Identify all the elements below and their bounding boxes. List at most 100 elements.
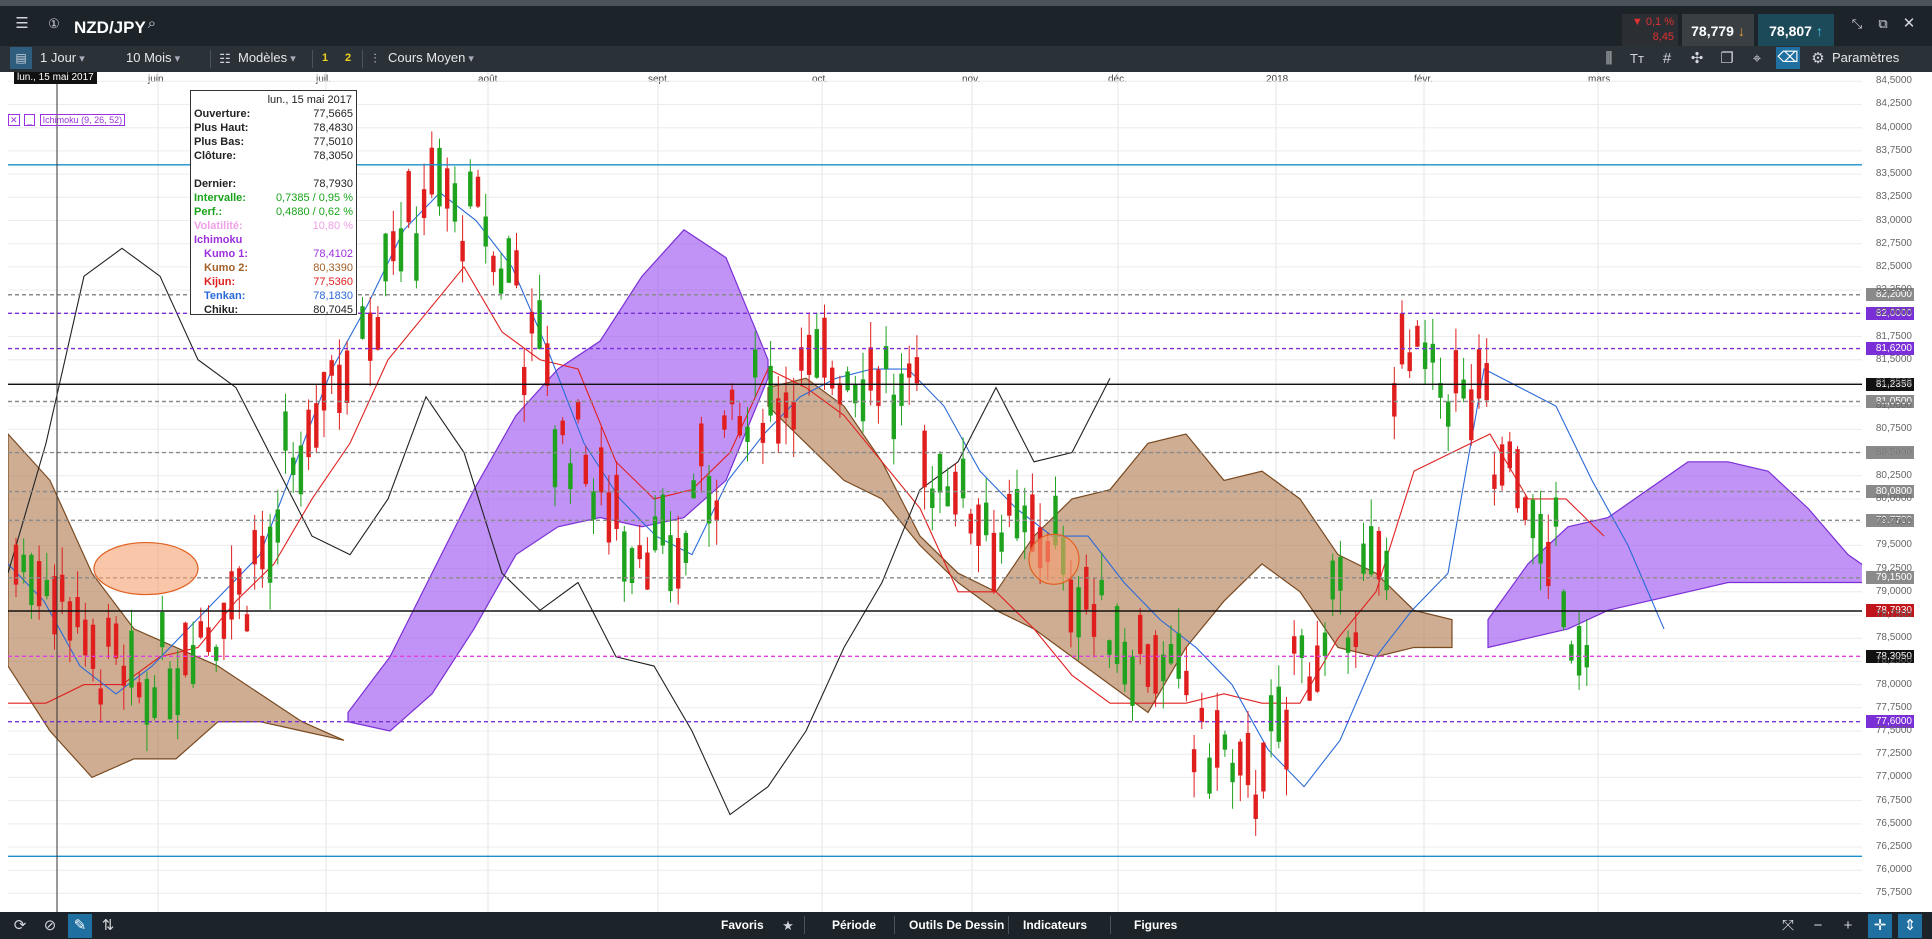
preset-1-button[interactable]: 1	[322, 46, 328, 70]
candle-body	[375, 317, 381, 350]
candle-body	[799, 347, 804, 371]
symbol-name[interactable]: NZD/JPY	[74, 18, 146, 38]
candle-body	[1091, 603, 1097, 637]
candle-body	[267, 526, 273, 583]
favorites-button[interactable]: Favoris	[721, 912, 764, 939]
candle-body	[1022, 505, 1027, 533]
y-tick-label: 81,0000	[1875, 400, 1912, 412]
candle-body	[129, 630, 134, 688]
price-change: ▼ 0,1 % 8,45	[1622, 14, 1678, 48]
templates-dropdown[interactable]: Modèles	[238, 46, 296, 71]
candle-body	[1315, 645, 1320, 692]
drawing-tools-button[interactable]: Outils De Dessin	[909, 912, 1004, 939]
search-icon[interactable]: ⌕	[142, 12, 162, 36]
crosshair-tool-icon[interactable]: ✛	[1868, 914, 1892, 938]
candle-body	[1430, 343, 1435, 363]
gear-icon[interactable]: ⚙	[1808, 47, 1828, 71]
interval-dropdown[interactable]: 1 Jour	[40, 46, 118, 71]
candle-body	[552, 429, 558, 488]
chart-list-icon[interactable]: ▤	[10, 47, 32, 69]
pin-icon[interactable]: ⌖	[1746, 47, 1768, 71]
x-tick-label: juin	[147, 74, 164, 85]
candle-body	[321, 372, 327, 411]
candle-body	[622, 531, 627, 582]
preset-2-button[interactable]: 2	[345, 46, 351, 70]
indicators-button[interactable]: Indicateurs	[1023, 912, 1087, 939]
candle-body	[683, 532, 689, 563]
range-dropdown[interactable]: 10 Mois	[126, 46, 206, 71]
zoom-out-icon[interactable]: −	[1808, 914, 1828, 938]
candle-body	[1284, 709, 1289, 770]
tooltip-value: 10,80 %	[312, 220, 353, 232]
candle-body	[75, 596, 80, 628]
candle-body	[175, 668, 180, 716]
candle-body	[860, 379, 866, 422]
candle-body	[1330, 560, 1335, 600]
tooltip-label: Ichimoku	[194, 234, 243, 246]
crosshair-icon[interactable]: ✣	[1686, 47, 1708, 71]
text-size-icon[interactable]: Tт	[1626, 47, 1648, 71]
expand-icon[interactable]: ⤧	[1778, 914, 1798, 938]
candle-body	[198, 621, 203, 638]
scale-icon[interactable]: ⫼	[1598, 47, 1620, 71]
candle-body	[968, 513, 973, 534]
candle-body	[1207, 757, 1212, 794]
candle-body	[760, 422, 766, 443]
pop-out-icon[interactable]: ⧉	[1872, 12, 1894, 36]
divider	[1110, 916, 1111, 934]
candle-body	[283, 411, 288, 451]
close-icon[interactable]: ✕	[1898, 12, 1920, 36]
grid-icon[interactable]: #	[1656, 47, 1678, 71]
ask-price-button[interactable]: 78,807 ↑	[1758, 14, 1834, 48]
candle-body	[414, 233, 419, 281]
candle-body	[1238, 741, 1243, 776]
tooltip-value: 77,5665	[313, 108, 353, 120]
fit-icon[interactable]: ⇕	[1898, 914, 1922, 938]
no-draw-icon[interactable]: ⊘	[40, 914, 60, 938]
y-tick-label: 82,5000	[1875, 260, 1912, 272]
remove-indicator-icon[interactable]: ✕	[8, 114, 20, 126]
candle-body	[745, 426, 750, 443]
candle-body	[783, 392, 789, 418]
candle-body	[1122, 641, 1127, 685]
price-type-dropdown[interactable]: Cours Moyen	[388, 46, 474, 71]
refresh-icon[interactable]: ⟳	[10, 914, 30, 938]
pencil-icon[interactable]: ✎	[68, 914, 92, 938]
candle-body	[1376, 530, 1382, 580]
collapse-icon[interactable]: ⤡	[1846, 12, 1868, 36]
tag-icon[interactable]: ⌫	[1776, 47, 1800, 69]
minimize-indicator-icon[interactable]: _	[24, 114, 36, 126]
candle-body	[814, 329, 819, 378]
candle-body	[937, 453, 943, 493]
candle-body	[1523, 497, 1528, 521]
y-tick-label: 82,2500	[1875, 284, 1912, 296]
period-button[interactable]: Période	[832, 912, 876, 939]
bid-price-button[interactable]: 78,779 ↓	[1682, 14, 1754, 48]
tooltip-value: 80,7045	[313, 304, 353, 316]
info-icon[interactable]: ①	[42, 12, 66, 36]
candle-body	[822, 317, 827, 378]
indicator-legend[interactable]: ✕ _ Ichimoku (9, 26, 52)	[8, 114, 126, 126]
layers-icon[interactable]: ❐	[1716, 47, 1738, 71]
candle-body	[291, 457, 296, 475]
candle-body	[21, 554, 26, 573]
tooltip-row: Chiku: 80,7045	[194, 303, 353, 317]
divider	[804, 916, 805, 934]
candle-body	[776, 398, 781, 444]
star-icon[interactable]: ★	[778, 914, 798, 938]
swap-icon[interactable]: ⇅	[98, 914, 118, 938]
figures-button[interactable]: Figures	[1134, 912, 1177, 939]
hamburger-menu-icon[interactable]: ☰	[10, 12, 34, 36]
candle-body	[914, 357, 920, 384]
tooltip-value: 78,1830	[313, 290, 353, 302]
candle-body	[1107, 640, 1112, 655]
zoom-in-icon[interactable]: +	[1838, 914, 1858, 938]
y-tick-label: 79,7500	[1875, 516, 1912, 528]
settings-button[interactable]: Paramètres	[1832, 46, 1899, 70]
candle-body	[383, 233, 388, 282]
y-tick-label: 78,5000	[1875, 632, 1912, 644]
candle-body	[599, 447, 604, 493]
candle-body	[29, 554, 34, 606]
candle-body	[406, 171, 411, 223]
candle-body	[329, 360, 334, 376]
